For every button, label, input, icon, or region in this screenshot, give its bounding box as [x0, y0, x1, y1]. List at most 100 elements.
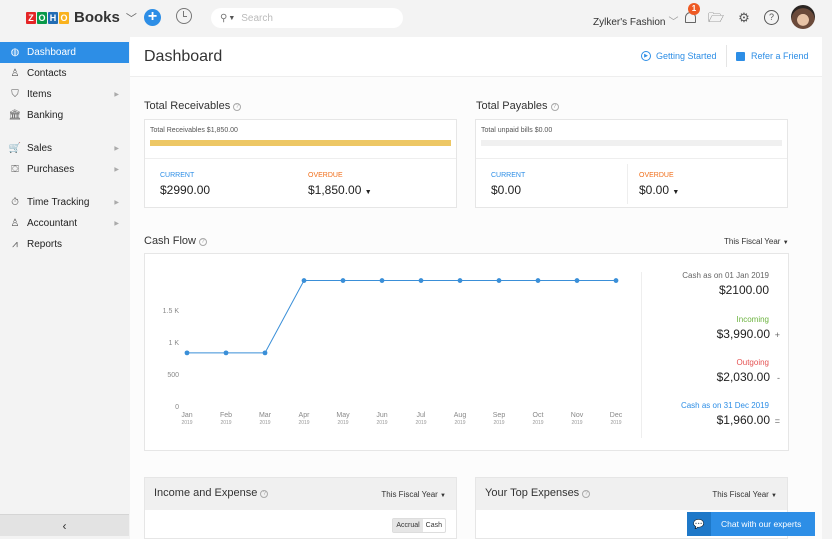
outgoing-summary: Outgoing $2,030.00-	[717, 358, 780, 384]
cart-icon: 🛒	[8, 143, 22, 154]
accrual-toggle-button[interactable]: Accrual	[393, 519, 423, 532]
search-icon[interactable]: ⚲	[220, 13, 227, 24]
sidebar-item-contacts[interactable]: ♙ Contacts	[0, 63, 129, 84]
income-expense-period-dropdown[interactable]: This Fiscal Year ▼	[381, 490, 446, 499]
x-tick-sublabel: 2019	[181, 420, 192, 426]
payables-title: Total Payables?	[476, 100, 559, 112]
x-tick-label: Feb	[220, 412, 232, 419]
opening-cash-value: $2100.00	[718, 283, 769, 297]
bag-icon: ⛋	[11, 164, 19, 175]
gift-icon	[736, 51, 745, 61]
help-icon[interactable]: ?	[198, 238, 207, 246]
cash-toggle-button[interactable]: Cash	[423, 519, 445, 532]
org-name: Zylker's Fashion	[593, 17, 666, 28]
payables-progress[interactable]	[481, 140, 782, 146]
x-tick-label: Apr	[299, 412, 311, 419]
equals-operator: =	[774, 416, 780, 426]
incoming-label: Incoming	[736, 315, 769, 324]
payables-card: Total unpaid bills $0.00 CURRENT $0.00 O…	[475, 119, 788, 208]
sidebar-item-sales[interactable]: 🛒 Sales ▶	[0, 138, 129, 159]
divider	[627, 164, 628, 204]
search-bar[interactable]: ⚲ ▼	[211, 8, 403, 28]
minus-operator: -	[777, 373, 780, 383]
sidebar-item-banking[interactable]: 🏛 Banking	[0, 105, 129, 126]
reports-icon: ⩘	[12, 239, 18, 250]
logo-letter: Z	[26, 11, 36, 24]
top-expenses-title: Your Top Expenses?	[485, 487, 591, 499]
help-icon[interactable]: ?	[260, 490, 269, 498]
submenu-arrow-icon: ▶	[114, 146, 119, 152]
sidebar-item-dashboard[interactable]: ◍ Dashboard	[0, 42, 129, 63]
history-icon[interactable]	[176, 8, 192, 24]
cashflow-chart: 05001 K1.5 KJan2019Feb2019Mar2019Apr2019…	[163, 278, 623, 426]
y-tick-label: 1.5 K	[163, 308, 180, 315]
data-point	[301, 278, 307, 283]
x-tick-label: Mar	[259, 412, 272, 419]
receivables-title-text: Total Receivables	[144, 100, 231, 112]
receivables-overdue-dropdown[interactable]: $1,850.00 ▼	[308, 183, 372, 197]
data-point	[262, 350, 268, 356]
sidebar-item-reports[interactable]: ⩘ Reports	[0, 234, 129, 255]
x-tick-sublabel: 2019	[259, 420, 270, 426]
data-point	[613, 278, 619, 283]
top-expenses-period-dropdown[interactable]: This Fiscal Year ▼	[712, 490, 777, 499]
sidebar-item-accountant[interactable]: ♙ Accountant ▶	[0, 213, 129, 234]
organization-switcher[interactable]: Zylker's Fashion ﹀	[593, 13, 679, 28]
sidebar-item-purchases[interactable]: ⛋ Purchases ▶	[0, 159, 129, 180]
receivables-progress[interactable]	[150, 140, 451, 146]
caret-down-icon: ▼	[440, 493, 446, 499]
panel-header: Income and Expense? This Fiscal Year ▼	[145, 478, 456, 510]
gear-icon[interactable]: ⚙	[736, 10, 752, 26]
x-tick-sublabel: 2019	[376, 420, 387, 426]
zoho-books-logo[interactable]: Z O H O Books ﹀	[26, 9, 137, 26]
x-tick-label: Nov	[571, 412, 584, 419]
receivables-title: Total Receivables?	[144, 100, 242, 112]
submenu-arrow-icon: ▶	[114, 92, 119, 98]
data-point	[457, 278, 463, 283]
getting-started-link[interactable]: ▶ Getting Started	[641, 51, 717, 61]
scrollbar[interactable]	[822, 37, 832, 539]
help-icon[interactable]: ?	[582, 490, 591, 498]
closing-cash-summary: Cash as on 31 Dec 2019 $1,960.00 =	[681, 401, 780, 427]
opening-cash-label: Cash as on 01 Jan 2019	[682, 271, 769, 280]
search-input[interactable]	[241, 12, 382, 24]
quick-create-button[interactable]: +	[144, 9, 161, 26]
cashflow-period-dropdown[interactable]: This Fiscal Year ▼	[724, 237, 789, 246]
receivables-current-value: $2990.00	[160, 183, 211, 197]
top-bar: Z O H O Books ﹀ + ⚲ ▼ Zylker's Fashion﹀ …	[0, 0, 832, 36]
x-tick-sublabel: 2019	[454, 420, 465, 426]
help-icon[interactable]: ?	[233, 103, 242, 111]
help-icon[interactable]: ?	[550, 103, 559, 111]
chat-bubble-icon: 💬	[687, 512, 711, 536]
payables-title-text: Total Payables	[476, 100, 548, 112]
bank-icon: 🏛	[8, 110, 22, 121]
collapse-sidebar-button[interactable]: ‹	[0, 514, 129, 536]
refer-friend-link[interactable]: Refer a Friend	[736, 51, 809, 61]
folder-icon[interactable]: 🗁	[708, 10, 724, 26]
x-tick-sublabel: 2019	[337, 420, 348, 426]
overdue-label: OVERDUE	[308, 172, 343, 179]
x-tick-label: Aug	[454, 412, 467, 419]
sidebar-item-items[interactable]: ⛉ Items ▶	[0, 84, 129, 105]
play-icon: ▶	[641, 51, 651, 61]
x-tick-sublabel: 2019	[532, 420, 543, 426]
receivables-progress-fill	[150, 140, 451, 146]
x-tick-label: May	[336, 412, 350, 419]
chevron-down-icon[interactable]: ﹀	[126, 10, 137, 26]
chat-label: Chat with our experts	[721, 519, 802, 529]
submenu-arrow-icon: ▶	[114, 167, 119, 173]
help-icon[interactable]: ?	[764, 10, 779, 25]
avatar[interactable]	[791, 5, 815, 29]
caret-down-icon[interactable]: ▼	[228, 15, 235, 22]
payables-overdue-dropdown[interactable]: $0.00 ▼	[639, 183, 679, 197]
x-tick-sublabel: 2019	[571, 420, 582, 426]
logo-letter: O	[59, 11, 69, 24]
sidebar-item-label: Sales	[27, 143, 53, 154]
period-label: This Fiscal Year	[381, 490, 438, 499]
sidebar-item-label: Time Tracking	[27, 197, 90, 208]
sidebar-item-time-tracking[interactable]: ⏱ Time Tracking ▶	[0, 192, 129, 213]
y-tick-label: 500	[167, 372, 179, 379]
period-label: This Fiscal Year	[724, 237, 781, 246]
chat-with-experts-button[interactable]: 💬 Chat with our experts	[687, 512, 815, 536]
x-tick-sublabel: 2019	[415, 420, 426, 426]
